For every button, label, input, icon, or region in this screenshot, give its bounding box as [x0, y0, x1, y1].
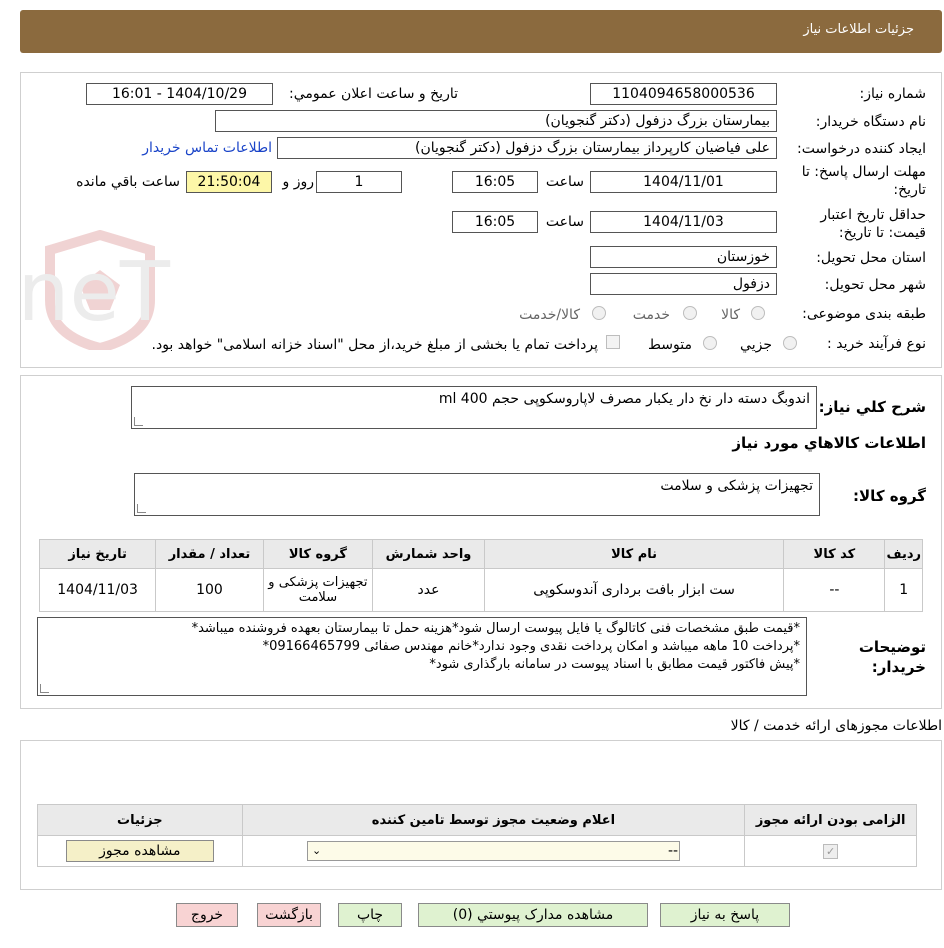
col-license-status: اعلام وضعیت مجوز توسط تامین کننده	[241, 804, 746, 836]
deadline-label-2: تاريخ:	[893, 182, 926, 198]
back-button[interactable]: بازگشت	[257, 903, 321, 927]
col-license-details: جزئیات	[37, 804, 243, 836]
category-service-label: خدمت	[632, 307, 670, 323]
license-section-title: اطلاعات مجوزهای ارائه خدمت / کالا	[730, 718, 942, 734]
category-label: طبقه بندی موضوعی:	[802, 306, 926, 322]
checkmark-icon: ✓	[823, 844, 839, 859]
process-minor-radio[interactable]	[783, 336, 797, 350]
buyer-note-line: *قیمت طبق مشخصات فنی کاتالوگ یا فایل پیو…	[191, 621, 800, 636]
cell-name: ست ابزار بافت برداری آندوسکوپی	[483, 568, 785, 612]
goods-table: رديف کد کالا نام کالا واحد شمارش گروه کا…	[38, 539, 923, 612]
print-button[interactable]: چاپ	[338, 903, 402, 927]
license-status-select[interactable]: ⌄ --	[306, 841, 680, 861]
time-remaining-label: ساعت باقي مانده	[76, 174, 180, 190]
view-license-button[interactable]: مشاهده مجوز	[65, 840, 214, 862]
view-attachments-button[interactable]: مشاهده مدارک پيوستي (0)	[418, 903, 648, 927]
province-label: استان محل تحويل:	[816, 250, 926, 266]
announce-date-label: تاریخ و ساعت اعلان عمومي:	[289, 86, 458, 102]
goods-group-text: تجهیزات پزشکی و سلامت	[660, 478, 813, 494]
process-medium-label: متوسط	[648, 337, 692, 353]
treasury-note: پرداخت تمام يا بخشی از مبلغ خريد،از محل …	[151, 337, 598, 353]
goods-group-label: گروه کالا:	[853, 487, 926, 505]
process-minor-label: جزيي	[740, 337, 772, 353]
category-service-radio[interactable]	[683, 306, 697, 320]
validity-date-field: 1404/11/03	[590, 211, 777, 233]
exit-button[interactable]: خروج	[176, 903, 238, 927]
col-quantity: تعداد / مقدار	[155, 539, 264, 569]
license-status-value: --	[667, 843, 679, 859]
col-group: گروه کالا	[262, 539, 374, 569]
cell-unit: عدد	[372, 568, 485, 612]
buyer-note-line: *پیش فاکتور قیمت مطابق با اسناد پیوست در…	[429, 657, 800, 672]
category-goods-service-label: کالا/خدمت	[519, 307, 580, 323]
buyer-org-field: بیمارستان بزرگ دزفول (دکتر گنجویان)	[215, 110, 777, 132]
city-field: دزفول	[590, 273, 777, 295]
province-field: خوزستان	[590, 246, 777, 268]
need-number-label: شماره نیاز:	[859, 86, 927, 102]
category-goods-radio[interactable]	[751, 306, 765, 320]
general-desc-label: شرح کلي نياز:	[818, 398, 926, 416]
requester-field: علی فیاضیان کارپرداز بیمارستان بزرگ دزفو…	[277, 137, 777, 159]
validity-label-2: قيمت: تا تاريخ:	[838, 225, 926, 241]
buyer-notes-label-2: خريدار:	[871, 658, 926, 676]
cell-need-date: 1404/11/03	[38, 568, 157, 612]
col-license-required: الزامی بودن ارائه مجوز	[744, 804, 917, 836]
buyer-notes-field: *قیمت طبق مشخصات فنی کاتالوگ یا فایل پیو…	[37, 617, 807, 696]
validity-time-label: ساعت	[545, 214, 584, 230]
resize-handle-icon[interactable]	[40, 684, 49, 693]
reply-button[interactable]: پاسخ به نياز	[660, 903, 790, 927]
process-medium-radio[interactable]	[703, 336, 717, 350]
time-remaining-field: 21:50:04	[186, 171, 272, 193]
col-need-date: تاريخ نياز	[38, 539, 157, 569]
resize-handle-icon[interactable]	[134, 417, 143, 426]
validity-label: حداقل تاريخ اعتبار	[820, 207, 926, 223]
table-row: 1 -- ست ابزار بافت برداری آندوسکوپی عدد …	[38, 568, 923, 612]
table-row: ✓ ⌄ -- مشاهده مجوز	[37, 835, 917, 867]
announce-date-field: 1404/10/29 - 16:01	[86, 83, 273, 105]
col-row: رديف	[884, 539, 923, 569]
cell-license-status: ⌄ --	[241, 835, 746, 867]
cell-row: 1	[884, 568, 923, 612]
col-code: کد کالا	[783, 539, 886, 569]
buyer-note-line: *پرداخت 10 ماهه میباشد و امکان پرداخت نق…	[262, 639, 800, 654]
watermark-logo: AriaTender.neT	[20, 230, 171, 350]
requester-label: ایجاد کننده درخواست:	[797, 141, 926, 157]
cell-license-required: ✓	[744, 835, 917, 867]
buyer-org-label: نام دستگاه خريدار:	[815, 114, 926, 130]
days-label: روز و	[282, 174, 315, 190]
deadline-time-field: 16:05	[452, 171, 538, 193]
deadline-label: مهلت ارسال پاسخ: تا	[801, 164, 926, 180]
process-type-label: نوع فرآيند خريد :	[827, 336, 926, 352]
cell-license-details: مشاهده مجوز	[37, 835, 243, 867]
days-remaining-field: 1	[316, 171, 402, 193]
validity-time-field: 16:05	[452, 211, 538, 233]
general-desc-field: اندوبگ دسته دار نخ دار یکبار مصرف لاپارو…	[131, 386, 817, 429]
goods-group-field: تجهیزات پزشکی و سلامت	[134, 473, 820, 516]
goods-info-title: اطلاعات کالاهاي مورد نياز	[732, 434, 926, 452]
deadline-time-label: ساعت	[545, 174, 584, 190]
resize-handle-icon[interactable]	[137, 504, 146, 513]
deadline-date-field: 1404/11/01	[590, 171, 777, 193]
col-unit: واحد شمارش	[372, 539, 485, 569]
buyer-notes-label: توضيحات	[858, 638, 926, 656]
treasury-checkbox[interactable]	[606, 335, 620, 349]
chevron-down-icon: ⌄	[311, 844, 322, 857]
general-desc-text: اندوبگ دسته دار نخ دار یکبار مصرف لاپارو…	[438, 391, 810, 407]
category-goods-label: کالا	[721, 307, 740, 323]
cell-code: --	[783, 568, 886, 612]
col-name: نام کالا	[483, 539, 785, 569]
category-goods-service-radio[interactable]	[592, 306, 606, 320]
cell-quantity: 100	[155, 568, 264, 612]
city-label: شهر محل تحويل:	[824, 277, 926, 293]
cell-group: تجهیزات پزشکی و سلامت	[262, 568, 374, 612]
watermark-text: AriaTender.neT	[20, 245, 171, 340]
buyer-contact-link[interactable]: اطلاعات تماس خريدار	[142, 140, 272, 156]
license-table: الزامی بودن ارائه مجوز اعلام وضعیت مجوز …	[37, 804, 917, 867]
need-number-field: 1104094658000536	[590, 83, 777, 105]
page-title: جزئیات اطلاعات نیاز	[803, 22, 914, 37]
